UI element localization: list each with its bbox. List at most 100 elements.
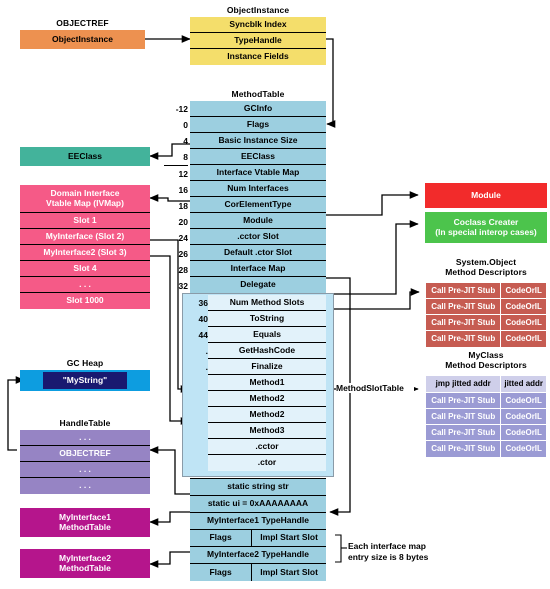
method-table-row[interactable]: Delegate <box>190 277 326 293</box>
handle-table-row[interactable]: . . . <box>20 430 150 446</box>
method-slot-table-stack: Num Method Slots ToString Equals GetHash… <box>208 295 326 471</box>
md-row[interactable]: Call Pre-JIT Stub CodeOrIL <box>426 393 546 409</box>
md-code-cell[interactable]: CodeOrIL <box>501 393 546 408</box>
objectref-box[interactable]: ObjectInstance <box>20 30 145 49</box>
method-table-row[interactable]: EEClass <box>190 149 326 165</box>
offset-label: 18 <box>178 201 188 211</box>
interface-typehandle-row[interactable]: MyInterface1 TypeHandle <box>190 513 326 530</box>
object-instance-row[interactable]: TypeHandle <box>190 33 326 49</box>
offset-label: 0 <box>183 120 188 130</box>
method-slot-row[interactable]: ToString <box>208 311 326 327</box>
ivmap-row[interactable]: Slot 1000 <box>20 293 150 309</box>
md-code-cell[interactable]: CodeOrIL <box>501 331 546 347</box>
method-table-row[interactable]: CorElementType <box>190 197 326 213</box>
interface-flags-cell[interactable]: Flags <box>190 564 253 581</box>
static-field-row[interactable]: static string str <box>190 479 326 496</box>
myinterface1-methodtable-box[interactable]: MyInterface1 MethodTable <box>20 508 150 537</box>
interface-impl-start-slot-cell[interactable]: Impl Start Slot <box>252 530 326 546</box>
md-row[interactable]: Call Pre-JIT Stub CodeOrIL <box>426 409 546 425</box>
md-stub-cell[interactable]: Call Pre-JIT Stub <box>426 425 502 440</box>
md-code-cell[interactable]: CodeOrIL <box>501 441 546 457</box>
method-table-row[interactable]: Interface Map <box>190 261 326 277</box>
md-row[interactable]: Call Pre-JIT Stub CodeOrIL <box>426 299 546 315</box>
method-slot-row[interactable]: GetHashCode <box>208 343 326 359</box>
handle-table-stack: . . . OBJECTREF . . . . . . <box>20 430 150 494</box>
interface-map-note: Each interface map entry size is 8 bytes <box>348 541 498 563</box>
method-slot-row[interactable]: Num Method Slots <box>208 295 326 311</box>
jmp-jitted-addr-cell[interactable]: jmp jitted addr <box>426 376 502 392</box>
offset-label: 24 <box>178 233 188 243</box>
method-slot-row[interactable]: Method3 <box>208 423 326 439</box>
myinterface2-methodtable-box[interactable]: MyInterface2 MethodTable <box>20 549 150 578</box>
mystring-box[interactable]: "MyString" <box>43 372 127 389</box>
system-object-md-caption-line2: Method Descriptors <box>445 267 527 277</box>
method-table-row[interactable]: Num Interfaces <box>190 181 326 197</box>
handle-table-row[interactable]: . . . <box>20 478 150 494</box>
coclass-creater-box[interactable]: Coclass Creater (In special interop case… <box>425 212 547 243</box>
offset-label: -12 <box>175 104 188 114</box>
offset-label: 16 <box>178 185 188 195</box>
method-slot-offsets: 36 40 44 . . <box>186 295 208 375</box>
method-slot-row[interactable]: Equals <box>208 327 326 343</box>
method-slot-row[interactable]: Method1 <box>208 375 326 391</box>
md-row[interactable]: Call Pre-JIT Stub CodeOrIL <box>426 425 546 441</box>
method-table-footer-stack: static string str static ui = 0xAAAAAAAA… <box>190 478 326 581</box>
md-row[interactable]: Call Pre-JIT Stub CodeOrIL <box>426 315 546 331</box>
method-slot-row[interactable]: Method2 <box>208 391 326 407</box>
objectref-caption: OBJECTREF <box>56 18 109 28</box>
md-stub-cell[interactable]: Call Pre-JIT Stub <box>426 315 502 330</box>
object-instance-caption: ObjectInstance <box>226 5 290 15</box>
myinterface1-line2: MethodTable <box>59 521 111 532</box>
method-table-row[interactable]: Default .ctor Slot <box>190 245 326 261</box>
static-field-row[interactable]: static ui = 0xAAAAAAAA <box>190 496 326 513</box>
md-stub-cell[interactable]: Call Pre-JIT Stub <box>426 283 502 298</box>
offset-label: 40 <box>198 314 208 324</box>
method-table-row[interactable]: Module <box>190 213 326 229</box>
interface-typehandle-row[interactable]: MyInterface2 TypeHandle <box>190 547 326 564</box>
md-stub-cell[interactable]: Call Pre-JIT Stub <box>426 409 502 424</box>
md-code-cell[interactable]: CodeOrIL <box>501 315 546 330</box>
method-table-row[interactable]: Basic Instance Size <box>190 133 326 149</box>
md-stub-cell[interactable]: Call Pre-JIT Stub <box>426 331 502 347</box>
ivmap-row[interactable]: . . . <box>20 277 150 293</box>
method-table-row[interactable]: .cctor Slot <box>190 229 326 245</box>
object-instance-row[interactable]: Instance Fields <box>190 49 326 65</box>
system-object-md-caption-line1: System.Object <box>455 257 517 267</box>
md-code-cell[interactable]: CodeOrIL <box>501 283 546 298</box>
ivmap-row[interactable]: MyInterface2 (Slot 3) <box>20 245 150 261</box>
myclass-md-head-row[interactable]: jmp jitted addr jitted addr <box>426 376 546 393</box>
object-instance-row[interactable]: Syncblk Index <box>190 17 326 33</box>
ivmap-row[interactable]: Slot 4 <box>20 261 150 277</box>
offset-label: 12 <box>178 169 188 179</box>
md-row[interactable]: Call Pre-JIT Stub CodeOrIL <box>426 441 546 457</box>
md-code-cell[interactable]: CodeOrIL <box>501 299 546 314</box>
jitted-addr-cell[interactable]: jitted addr <box>501 376 546 392</box>
offset-label: 4 <box>183 136 188 146</box>
method-table-row[interactable]: Interface Vtable Map <box>190 165 326 181</box>
module-box[interactable]: Module <box>425 183 547 208</box>
ivmap-row[interactable]: MyInterface (Slot 2) <box>20 229 150 245</box>
md-code-cell[interactable]: CodeOrIL <box>501 409 546 424</box>
interface-map-note-line2: entry size is 8 bytes <box>348 552 429 562</box>
ivmap-row[interactable]: Slot 1 <box>20 213 150 229</box>
method-table-row[interactable]: Flags <box>190 117 326 133</box>
method-slot-row[interactable]: .ctor <box>208 455 326 471</box>
handle-table-row[interactable]: OBJECTREF <box>20 446 150 462</box>
md-row[interactable]: Call Pre-JIT Stub CodeOrIL <box>426 283 546 299</box>
md-stub-cell[interactable]: Call Pre-JIT Stub <box>426 441 502 457</box>
md-code-cell[interactable]: CodeOrIL <box>501 425 546 440</box>
method-slot-row[interactable]: Method2 <box>208 407 326 423</box>
md-stub-cell[interactable]: Call Pre-JIT Stub <box>426 299 502 314</box>
eeclass-box[interactable]: EEClass <box>20 147 150 166</box>
interface-flags-cell[interactable]: Flags <box>190 530 253 546</box>
method-table-row[interactable]: GCInfo <box>190 101 326 117</box>
method-slot-row[interactable]: Finalize <box>208 359 326 375</box>
interface-flags-row: Flags Impl Start Slot <box>190 564 326 581</box>
handle-table-row[interactable]: . . . <box>20 462 150 478</box>
myclass-md-caption-line2: Method Descriptors <box>445 360 527 370</box>
md-stub-cell[interactable]: Call Pre-JIT Stub <box>426 393 502 408</box>
md-row[interactable]: Call Pre-JIT Stub CodeOrIL <box>426 331 546 347</box>
method-slot-table-annotation: MethodSlotTable <box>336 383 414 393</box>
interface-impl-start-slot-cell[interactable]: Impl Start Slot <box>252 564 326 581</box>
method-slot-row[interactable]: .cctor <box>208 439 326 455</box>
